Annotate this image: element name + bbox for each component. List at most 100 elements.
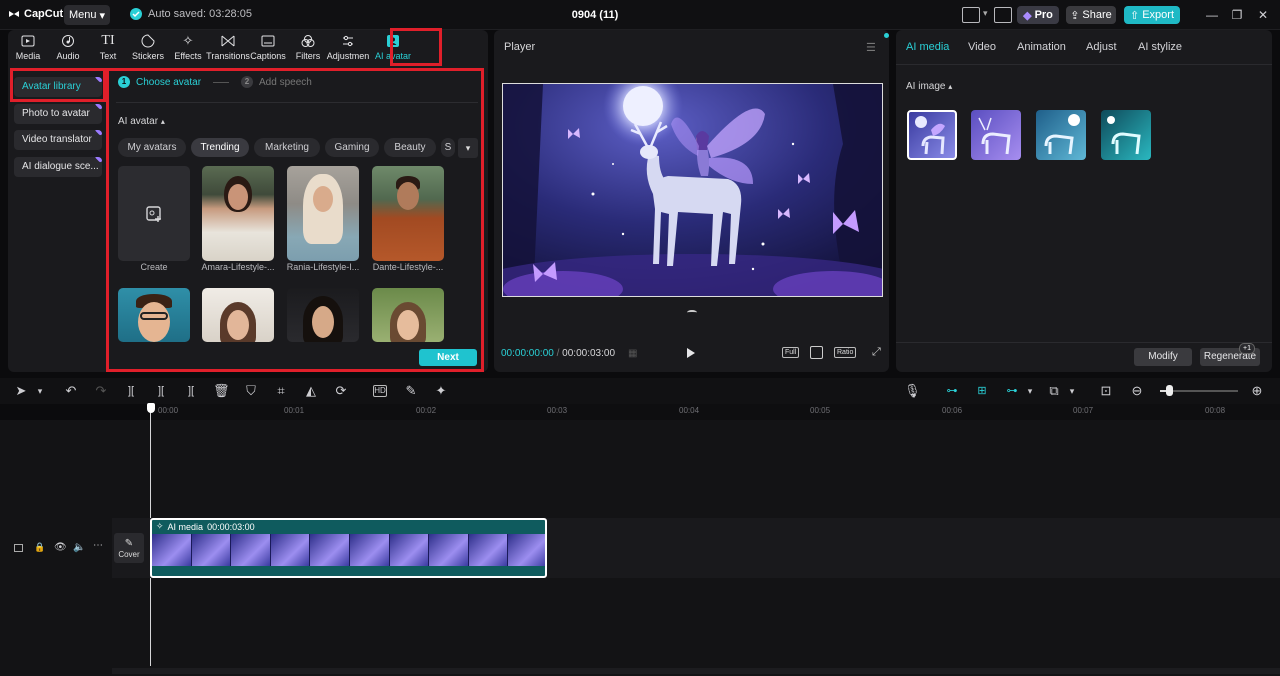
tab-animation[interactable]: Animation	[1017, 41, 1066, 53]
zoom-fit-icon[interactable]	[810, 346, 823, 359]
ai-sparkle-icon[interactable]: ✦	[433, 383, 449, 399]
avatar-card-rania[interactable]	[287, 166, 359, 261]
step-choose-avatar[interactable]: 1 Choose avatar	[118, 76, 201, 88]
avatar-card-amara[interactable]	[202, 166, 274, 261]
tab-adjust[interactable]: Adjust	[1086, 41, 1117, 53]
avatar-card-4[interactable]	[202, 288, 274, 342]
hamburger-icon[interactable]: ☰	[866, 41, 876, 54]
zoom-in-icon[interactable]: ⊕	[1249, 383, 1265, 399]
eye-icon[interactable]: 👁	[54, 542, 67, 553]
playhead-handle[interactable]	[147, 403, 155, 413]
video-preview[interactable]	[502, 83, 883, 297]
undo-icon[interactable]: ↶	[63, 383, 79, 399]
ai-image-thumb-1[interactable]	[907, 110, 957, 160]
layout-chevron-icon[interactable]: ▾	[983, 8, 988, 19]
tool-media[interactable]: Media	[8, 30, 48, 64]
tool-captions[interactable]: Captions	[248, 30, 288, 64]
ai-image-heading[interactable]: AI image ▴	[906, 81, 952, 92]
export-button[interactable]: ⇧ Export	[1124, 6, 1180, 24]
sidebar-item-photo-to-avatar[interactable]: Photo to avatar	[14, 104, 102, 124]
tab-ai-stylize[interactable]: AI stylize	[1138, 41, 1182, 53]
chip-my-avatars[interactable]: My avatars	[118, 138, 186, 157]
filmstrip-frame	[152, 534, 192, 566]
select-tool-icon[interactable]: ➤	[13, 383, 29, 399]
volume-icon[interactable]: 🔈	[73, 542, 85, 553]
zoom-slider-thumb[interactable]	[1166, 385, 1173, 396]
tool-adjustment[interactable]: Adjustmen	[327, 30, 369, 64]
select-chevron-icon[interactable]: ▾	[32, 383, 48, 399]
linkage-icon[interactable]: ⊶	[1004, 383, 1020, 399]
fit-timeline-icon[interactable]: ⊡	[1098, 383, 1114, 399]
title-bar: CapCut Menu ▾ Auto saved: 03:28:05 0904 (…	[0, 0, 1280, 30]
ratio-button[interactable]: Ratio	[834, 347, 857, 358]
avatar-card-6[interactable]	[372, 288, 444, 342]
split-left-icon[interactable]: ][	[153, 383, 169, 399]
chip-marketing[interactable]: Marketing	[254, 138, 320, 157]
fullscreen-icon[interactable]: ⤢	[872, 346, 881, 359]
link-main-icon[interactable]: ⊶	[944, 383, 960, 399]
ai-media-clip[interactable]: ✧ AI media 00:00:03:00	[150, 518, 547, 578]
play-icon[interactable]	[687, 348, 695, 358]
split-right-icon[interactable]: ][	[183, 383, 199, 399]
project-title[interactable]: 0904 (11)	[540, 9, 650, 21]
tool-stickers[interactable]: Stickers	[128, 30, 168, 64]
avatar-card-5[interactable]	[287, 288, 359, 342]
close-icon[interactable]: ✕	[1256, 8, 1270, 22]
more-icon[interactable]: ⋯	[93, 540, 103, 551]
chip-beauty[interactable]: Beauty	[384, 138, 436, 157]
tab-video[interactable]: Video	[968, 41, 996, 53]
lock-icon[interactable]: 🔒	[34, 542, 45, 553]
chip-trending[interactable]: Trending	[191, 138, 249, 157]
step-add-speech[interactable]: 2 Add speech	[241, 76, 312, 88]
tool-text[interactable]: TI Text	[88, 30, 128, 64]
ai-image-thumb-2[interactable]	[971, 110, 1021, 160]
mirror-icon[interactable]: ◭	[303, 383, 319, 399]
cover-button[interactable]: ✎ Cover	[114, 533, 144, 563]
ai-image-thumb-3[interactable]	[1036, 110, 1086, 160]
rotate-handle-icon[interactable]	[687, 310, 697, 315]
tool-transitions[interactable]: Transitions	[206, 30, 250, 64]
tool-audio[interactable]: Audio	[48, 30, 88, 64]
chip-gaming[interactable]: Gaming	[325, 138, 379, 157]
section-divider	[116, 102, 478, 103]
ai-image-thumb-4[interactable]	[1101, 110, 1151, 160]
menu-button[interactable]: Menu ▾	[64, 5, 110, 25]
tool-filters[interactable]: Filters	[288, 30, 328, 64]
hd-icon[interactable]: HD	[373, 385, 387, 397]
timeline-scrollbar[interactable]	[112, 668, 1280, 674]
microphone-icon[interactable]: 🎙	[904, 383, 921, 399]
avatar-card-create[interactable]	[118, 166, 190, 261]
sidebar-item-video-translator[interactable]: Video translator	[14, 130, 102, 150]
ruler-tick: 00:03	[547, 406, 568, 415]
magnet-icon[interactable]: ⊞	[974, 383, 990, 399]
restore-icon[interactable]: ❐	[1230, 8, 1244, 22]
minimize-icon[interactable]: —	[1205, 8, 1219, 22]
full-quality-button[interactable]: Full	[782, 347, 800, 358]
frames-icon[interactable]: ▦	[628, 348, 637, 359]
share-button[interactable]: ⇪ Share	[1066, 6, 1116, 24]
preview-axis-icon[interactable]: ⧉	[1046, 383, 1062, 399]
split-icon[interactable]: ][	[123, 383, 139, 399]
redo-icon[interactable]: ↷	[93, 383, 109, 399]
magic-edit-icon[interactable]: ✎	[403, 383, 419, 399]
pro-button[interactable]: ◆ Pro	[1017, 6, 1059, 24]
sidebar-item-ai-dialogue[interactable]: AI dialogue sce...	[14, 157, 102, 177]
marker-icon[interactable]: ⛉	[243, 383, 259, 399]
chips-dropdown-icon[interactable]: ▾	[458, 138, 478, 158]
avatar-card-cartoon[interactable]	[118, 288, 190, 342]
delete-icon[interactable]: 🗑	[213, 383, 230, 399]
preview-chevron-icon[interactable]: ▾	[1064, 383, 1080, 399]
layout-icon[interactable]	[962, 7, 980, 23]
modify-button[interactable]: Modify	[1134, 348, 1192, 366]
ai-avatar-heading[interactable]: AI avatar ▴	[118, 116, 165, 127]
tool-effects[interactable]: ✧ Effects	[168, 30, 208, 64]
next-button[interactable]: Next	[419, 349, 477, 366]
crop-icon[interactable]: ⌗	[273, 383, 289, 399]
avatar-card-dante[interactable]	[372, 166, 444, 261]
rotate-icon[interactable]: ⟳	[333, 383, 349, 399]
tab-ai-media[interactable]: AI media	[906, 41, 949, 53]
zoom-out-icon[interactable]: ⊖	[1129, 383, 1145, 399]
chip-more[interactable]: S	[441, 138, 455, 157]
shortcuts-icon[interactable]	[994, 7, 1012, 23]
linkage-chevron-icon[interactable]: ▾	[1022, 383, 1038, 399]
